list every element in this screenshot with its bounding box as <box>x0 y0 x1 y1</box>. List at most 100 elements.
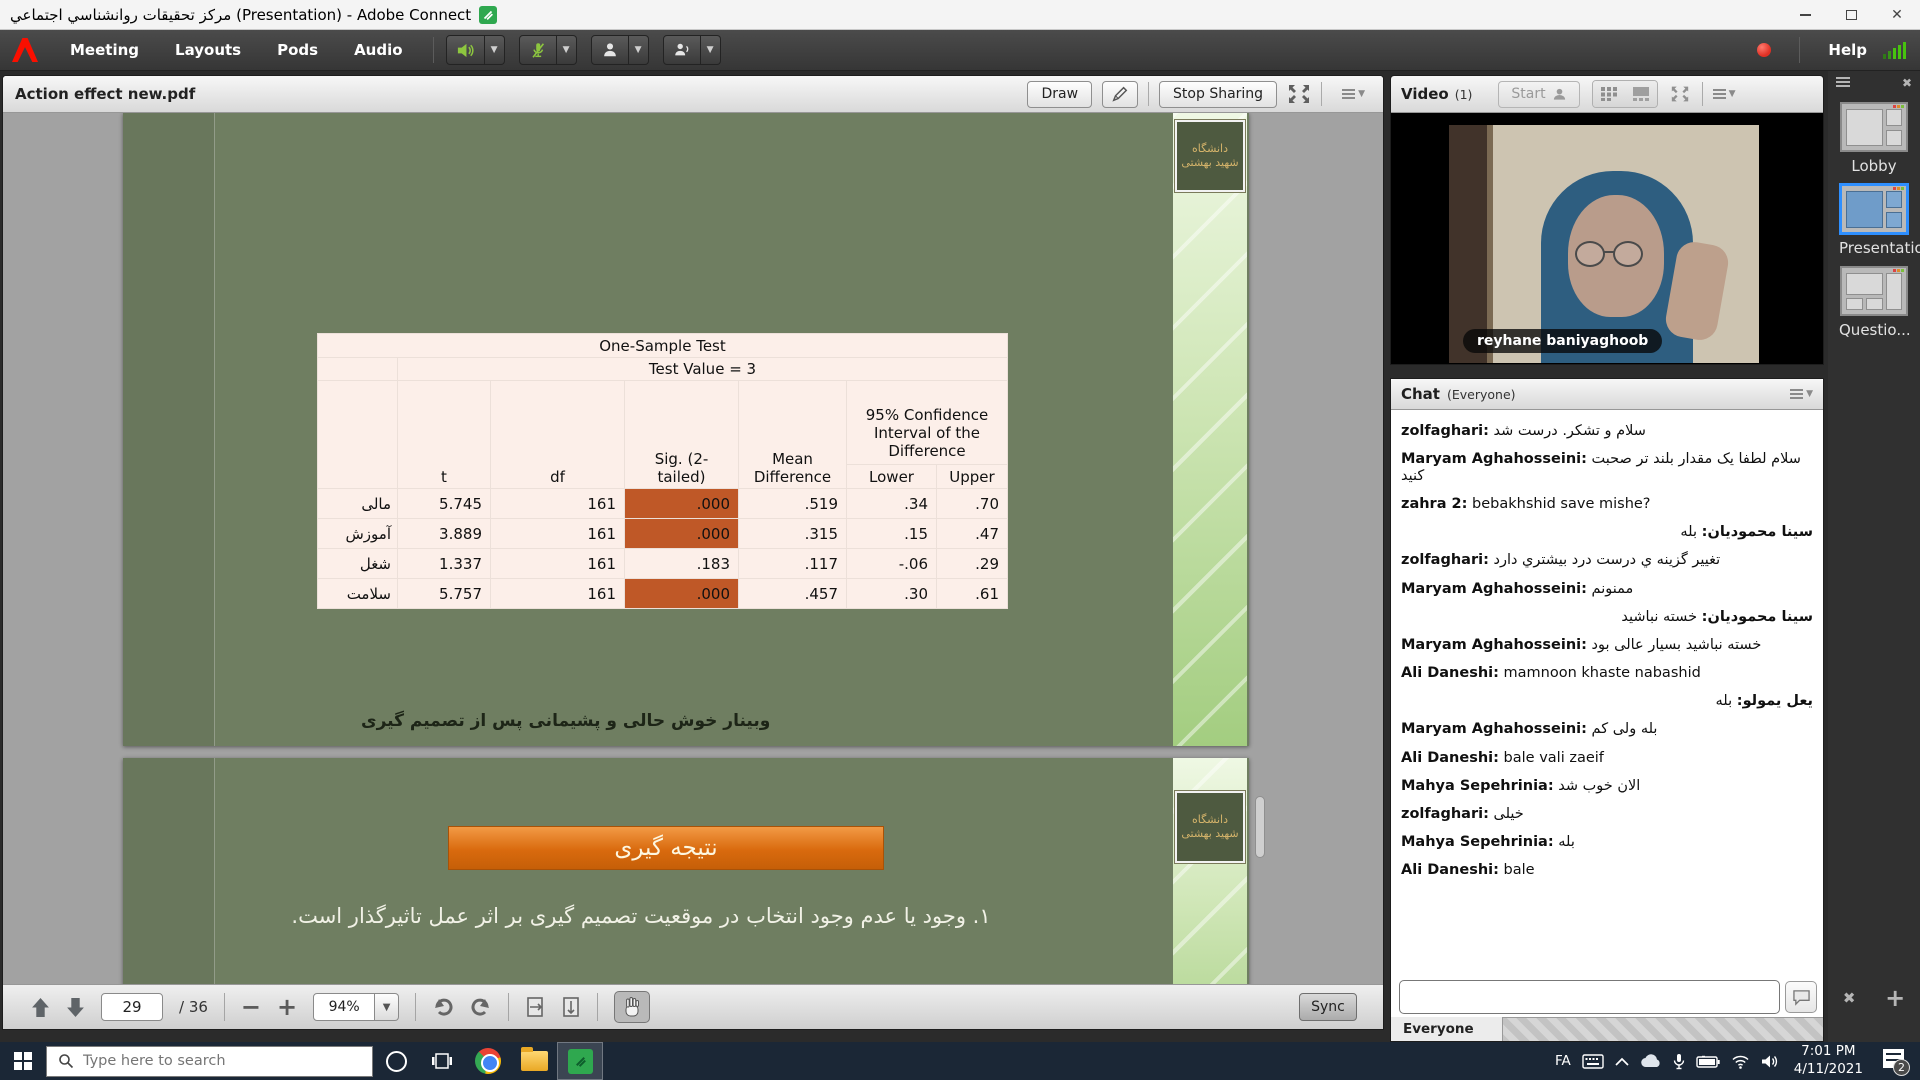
maximize-button[interactable] <box>1828 0 1874 29</box>
tray-chevron-icon[interactable] <box>1615 1057 1629 1066</box>
touch-keyboard-icon[interactable] <box>1582 1054 1604 1069</box>
chat-message: یعل یمولو: بله <box>1401 693 1813 710</box>
connection-signal-icon[interactable] <box>1883 41 1906 59</box>
zoom-dropdown-arrow[interactable]: ▼ <box>375 993 399 1021</box>
zoom-out-button[interactable]: − <box>241 995 261 1019</box>
undo-button[interactable] <box>432 997 454 1017</box>
chat-pod-title: Chat <box>1401 385 1440 403</box>
main-menus: MeetingLayoutsPodsAudio <box>52 30 421 71</box>
layout-item-lobby[interactable]: Lobby <box>1839 102 1909 175</box>
microphone-tray-icon[interactable] <box>1673 1053 1685 1070</box>
tab-everyone[interactable]: Everyone <box>1391 1017 1503 1041</box>
sidebar-close-icon[interactable]: ✖ <box>1902 76 1912 90</box>
table-row: مالی 5.745 161 .000 .519 .34 .70 <box>318 489 1008 519</box>
table-row: آموزش 3.889 161 .000 .315 .15 .47 <box>318 519 1008 549</box>
sync-button[interactable]: Sync <box>1299 993 1357 1021</box>
chat-scope: (Everyone) <box>1447 387 1516 402</box>
wifi-icon[interactable] <box>1731 1054 1750 1069</box>
webcam-dropdown[interactable]: ▼ <box>629 35 649 65</box>
add-layout-icon[interactable]: + <box>1885 986 1905 1010</box>
stop-sharing-button[interactable]: Stop Sharing <box>1159 81 1277 108</box>
zoom-in-button[interactable]: + <box>277 995 297 1019</box>
volume-icon[interactable] <box>1761 1054 1779 1069</box>
grid-view-icon[interactable] <box>1593 81 1625 107</box>
questions-thumbnail[interactable] <box>1840 266 1908 316</box>
adobe-connect-taskbar-button[interactable] <box>557 1042 603 1080</box>
share-pod-header[interactable]: Action effect new.pdf Draw Stop Sharing … <box>3 76 1383 113</box>
document-toolbar: 29 / 36 − + 94% ▼ <box>3 984 1383 1029</box>
share-pod-menu-icon[interactable]: ▼ <box>1342 89 1365 99</box>
previous-page-button[interactable] <box>31 997 50 1018</box>
col-header-mean: Mean Difference <box>739 381 847 489</box>
onedrive-cloud-icon[interactable] <box>1640 1054 1662 1068</box>
chat-pod-menu-icon[interactable]: ▼ <box>1790 389 1813 399</box>
speech-bubble-icon <box>1792 989 1811 1006</box>
taskbar-clock[interactable]: 7:01 PM 4/11/2021 <box>1794 1043 1863 1078</box>
video-count: (1) <box>1455 87 1473 102</box>
recording-indicator <box>1757 43 1771 57</box>
battery-icon[interactable] <box>1696 1055 1720 1068</box>
layouts-sidebar: ✖ Lobby Presentation <box>1828 71 1920 1042</box>
layout-item-presentation[interactable]: Presentation <box>1839 184 1909 257</box>
chat-message: zolfaghari: تغییر گزینه ي درست درد بیشتر… <box>1401 552 1813 569</box>
menu-item[interactable]: Pods <box>259 30 336 71</box>
chat-pod: Chat (Everyone) ▼ zolfaghari: سلام و تشک… <box>1390 378 1824 1042</box>
chat-pod-header[interactable]: Chat (Everyone) ▼ <box>1391 379 1823 410</box>
document-view[interactable]: دانشگاه شهید بهشتی One-Sample Test Test … <box>3 113 1383 984</box>
video-fullscreen-icon[interactable] <box>1670 85 1690 103</box>
chat-input[interactable] <box>1399 980 1780 1014</box>
speaker-rights-button[interactable] <box>663 35 701 65</box>
menu-item[interactable]: Meeting <box>52 30 157 71</box>
lobby-thumbnail[interactable] <box>1840 102 1908 152</box>
start-button[interactable] <box>0 1042 46 1080</box>
zoom-level-select[interactable]: 94% ▼ <box>313 993 399 1021</box>
speaker-dropdown[interactable]: ▼ <box>485 35 505 65</box>
chrome-taskbar-button[interactable] <box>465 1042 511 1080</box>
document-scrollbar-thumb[interactable] <box>1255 796 1265 858</box>
microphone-button[interactable] <box>519 35 557 65</box>
video-pod-header[interactable]: Video (1) Start ▼ <box>1391 76 1823 113</box>
video-pod-menu-icon[interactable]: ▼ <box>1713 89 1736 99</box>
menu-item[interactable]: Layouts <box>157 30 259 71</box>
presentation-thumbnail-selected[interactable] <box>1840 184 1908 234</box>
fit-width-icon[interactable] <box>525 996 545 1018</box>
help-menu[interactable]: Help <box>1828 41 1867 59</box>
cortana-icon <box>386 1051 407 1072</box>
close-button[interactable]: ✕ <box>1874 0 1920 29</box>
send-chat-button[interactable] <box>1785 981 1817 1013</box>
sidebar-menu-icon[interactable] <box>1836 77 1850 89</box>
language-indicator[interactable]: FA <box>1555 1053 1571 1069</box>
fullscreen-icon[interactable] <box>1287 83 1311 105</box>
video-pod: Video (1) Start ▼ <box>1390 75 1824 365</box>
university-logo: دانشگاه شهید بهشتی <box>1175 791 1245 863</box>
pan-hand-tool[interactable] <box>614 991 650 1023</box>
page-number-input[interactable]: 29 <box>101 993 163 1021</box>
minimize-button[interactable] <box>1782 0 1828 29</box>
filmstrip-view-icon[interactable] <box>1625 81 1657 107</box>
zoom-level-value: 94% <box>313 993 375 1021</box>
microphone-dropdown[interactable]: ▼ <box>557 35 577 65</box>
next-page-button[interactable] <box>66 997 85 1018</box>
taskbar-search[interactable] <box>46 1046 373 1077</box>
start-webcam-button[interactable]: Start <box>1498 81 1579 108</box>
shared-document-title: Action effect new.pdf <box>3 85 195 103</box>
menu-item[interactable]: Audio <box>336 30 420 71</box>
slide-footer-text: وبینار خوش حالی و پشیمانی پس از تصمیم گی… <box>361 711 770 731</box>
menu-separator <box>433 37 434 63</box>
speaker-button[interactable] <box>446 35 485 65</box>
fit-page-icon[interactable] <box>561 996 581 1018</box>
chat-message: Mahya Sepehrinia: الان خوب شد <box>1401 778 1813 795</box>
search-input[interactable] <box>83 1053 333 1069</box>
redo-button[interactable] <box>470 997 492 1017</box>
pen-tool-button[interactable] <box>1102 81 1138 108</box>
cortana-button[interactable] <box>373 1042 419 1080</box>
pencil-icon <box>1111 85 1129 103</box>
layout-tools-icon[interactable]: ✖ <box>1843 989 1856 1007</box>
task-view-button[interactable] <box>419 1042 465 1080</box>
file-explorer-button[interactable] <box>511 1042 557 1080</box>
layout-item-questions[interactable]: Questio... <box>1839 266 1909 339</box>
action-center-button[interactable]: 2 <box>1878 1048 1908 1074</box>
speaker-rights-dropdown[interactable]: ▼ <box>701 35 721 65</box>
webcam-button[interactable] <box>591 35 629 65</box>
draw-button[interactable]: Draw <box>1027 81 1092 108</box>
